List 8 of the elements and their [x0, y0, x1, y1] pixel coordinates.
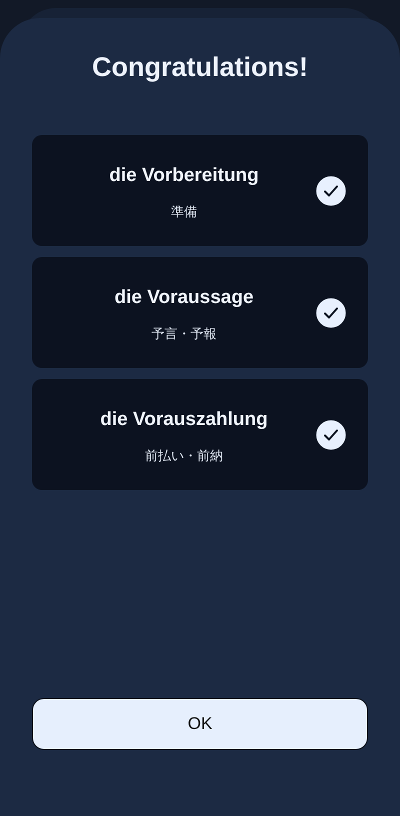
- translation: 準備: [171, 204, 197, 220]
- translation: 予言・予報: [152, 326, 216, 342]
- title: Congratulations!: [92, 51, 308, 84]
- translation: 前払い・前納: [145, 448, 223, 464]
- word: die Vorauszahlung: [100, 408, 268, 430]
- word: die Vorbereitung: [109, 164, 259, 186]
- ok-button[interactable]: OK: [32, 698, 368, 750]
- word: die Voraussage: [114, 286, 254, 308]
